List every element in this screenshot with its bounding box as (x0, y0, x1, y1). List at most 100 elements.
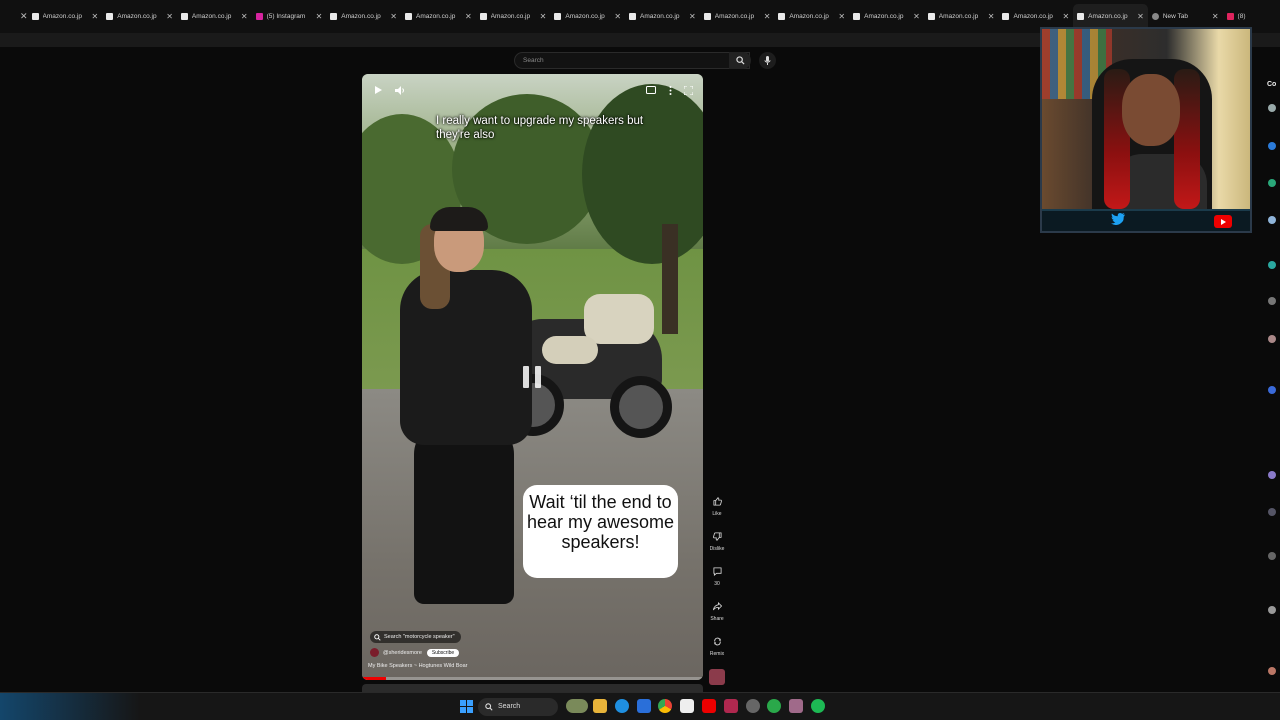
browser-tab[interactable]: Amazon.co.jp ✕ (924, 4, 999, 30)
tab-label: Amazon.co.jp (1013, 13, 1053, 20)
play-icon[interactable] (372, 84, 384, 96)
close-icon[interactable]: ✕ (465, 12, 472, 21)
tab-label: Amazon.co.jp (490, 13, 531, 20)
chrome-icon[interactable] (658, 699, 672, 713)
comments-button[interactable]: 30 (706, 564, 728, 599)
volume-icon[interactable] (394, 84, 406, 96)
tab-label: Amazon.co.jp (938, 13, 979, 20)
channel-handle[interactable]: @sheridesmore (383, 650, 422, 656)
search-suggestion-chip[interactable]: Search "motorcycle speaker" (370, 631, 461, 643)
close-icon[interactable]: ✕ (764, 12, 771, 21)
avatar[interactable] (370, 648, 379, 657)
close-icon[interactable]: ✕ (614, 12, 621, 21)
close-icon[interactable]: ✕ (838, 12, 845, 21)
amazon-icon (479, 13, 487, 20)
close-icon[interactable]: ✕ (166, 12, 173, 21)
browser-tab[interactable]: New Tab ✕ (1148, 4, 1223, 30)
tab-label: Amazon.co.jp (714, 13, 755, 20)
browser-tab[interactable]: (5) Instagram ✕ (252, 4, 327, 30)
next-short-peek[interactable] (362, 684, 703, 692)
search-input[interactable]: Search (514, 52, 750, 69)
browser-tab[interactable]: Amazon.co.jp ✕ (700, 4, 775, 30)
browser-tab[interactable]: Amazon.co.jp ✕ (1073, 3, 1148, 30)
browser-tab[interactable]: Amazon.co.jp ✕ (177, 4, 252, 30)
settings-icon[interactable] (746, 699, 760, 713)
close-icon[interactable]: ✕ (390, 12, 397, 21)
browser-tab[interactable]: Amazon.co.jp ✕ (849, 4, 924, 30)
webcam-person-hair (1174, 69, 1200, 209)
windows-start-icon[interactable] (460, 700, 473, 713)
dislike-button[interactable]: Dislike (706, 529, 728, 564)
widgets-icon[interactable] (566, 699, 588, 713)
like-label: Like (712, 511, 722, 517)
edge-icon[interactable] (615, 699, 629, 713)
browser-tab[interactable]: (8)✕ (1223, 4, 1280, 30)
browser-tab[interactable]: Amazon.co.jp ✕ (625, 4, 700, 30)
store-icon[interactable] (680, 699, 694, 713)
close-icon[interactable]: ✕ (316, 12, 323, 21)
avatar (1268, 216, 1276, 224)
pause-icon[interactable] (523, 366, 541, 388)
close-icon[interactable]: ✕ (92, 12, 99, 21)
close-icon[interactable]: ✕ (913, 12, 920, 21)
browser-tab[interactable]: Amazon.co.jp ✕ (476, 4, 551, 30)
app-icon[interactable] (724, 699, 738, 713)
amazon-icon (106, 13, 114, 20)
tab-label: Amazon.co.jp (789, 13, 829, 20)
close-icon[interactable]: ✕ (1062, 12, 1069, 21)
close-icon[interactable]: ✕ (20, 11, 28, 22)
chat-panel: Co (1260, 75, 1280, 685)
browser-tab[interactable]: Amazon.co.jp ✕ (998, 4, 1073, 30)
file-explorer-icon[interactable] (593, 699, 607, 713)
search-button[interactable] (729, 52, 751, 69)
amazon-icon (404, 13, 412, 20)
progress-bar[interactable] (362, 677, 703, 680)
close-icon[interactable]: ✕ (1137, 12, 1144, 21)
close-icon[interactable]: ✕ (689, 12, 696, 21)
video-overlay-text: Wait ‘til the end to hear my awesome spe… (523, 485, 678, 578)
browser-tab[interactable]: Amazon.co.jp ✕ (102, 4, 177, 30)
song-title[interactable]: My Bike Speakers ~ Hogtunes Wild Boar (368, 663, 468, 669)
browser-tab[interactable]: Amazon.co.jp ✕ (326, 4, 401, 30)
amazon-icon (1002, 13, 1010, 20)
share-button[interactable]: Share (706, 599, 728, 634)
youtube-app-icon[interactable] (702, 699, 716, 713)
taskbar-widgets[interactable] (0, 693, 140, 720)
avatar (1268, 552, 1276, 560)
sound-thumbnail[interactable] (709, 669, 725, 685)
subscribe-button[interactable]: Subscribe (426, 648, 460, 657)
tab-label: Amazon.co.jp (1088, 13, 1128, 20)
search-suggestion-label: Search "motorcycle speaker" (384, 634, 455, 640)
app-icon[interactable] (767, 699, 781, 713)
taskbar-search[interactable]: Search (478, 698, 558, 716)
app-icon[interactable] (789, 699, 803, 713)
close-icon[interactable]: ✕ (241, 12, 248, 21)
tab-label: New Tab (1162, 13, 1189, 20)
screen: ✕ Amazon.co.jp ✕ Amazon.co.jp ✕ Amazon.co.jp… (0, 0, 1280, 720)
avatar (1268, 261, 1276, 269)
avatar (1268, 667, 1276, 675)
amazon-icon (31, 13, 39, 20)
captions-icon[interactable] (645, 84, 657, 96)
remix-button[interactable]: Remix (706, 634, 728, 669)
browser-tab[interactable]: Amazon.co.jp ✕ (774, 4, 849, 30)
close-icon[interactable]: ✕ (988, 12, 995, 21)
tab-label: Amazon.co.jp (415, 13, 456, 20)
browser-tab[interactable]: Amazon.co.jp ✕ (401, 4, 476, 30)
fullscreen-icon[interactable] (682, 84, 694, 96)
webcam-person-face (1122, 74, 1180, 146)
thumbs-down-icon (711, 530, 723, 542)
close-icon[interactable]: ✕ (1212, 12, 1219, 21)
browser-tab[interactable]: Amazon.co.jp ✕ (28, 4, 103, 30)
amazon-icon (927, 13, 935, 20)
more-options-icon[interactable] (664, 84, 676, 96)
short-video-player[interactable]: I really want to upgrade my speakers but… (362, 74, 703, 680)
share-icon (711, 600, 723, 612)
spotify-icon[interactable] (811, 699, 825, 713)
mail-icon[interactable] (637, 699, 651, 713)
browser-tab[interactable]: Amazon.co.jp ✕ (550, 4, 625, 30)
like-button[interactable]: Like (706, 494, 728, 529)
close-icon[interactable]: ✕ (540, 12, 547, 21)
microphone-icon (764, 56, 771, 65)
voice-search-button[interactable] (759, 52, 776, 69)
